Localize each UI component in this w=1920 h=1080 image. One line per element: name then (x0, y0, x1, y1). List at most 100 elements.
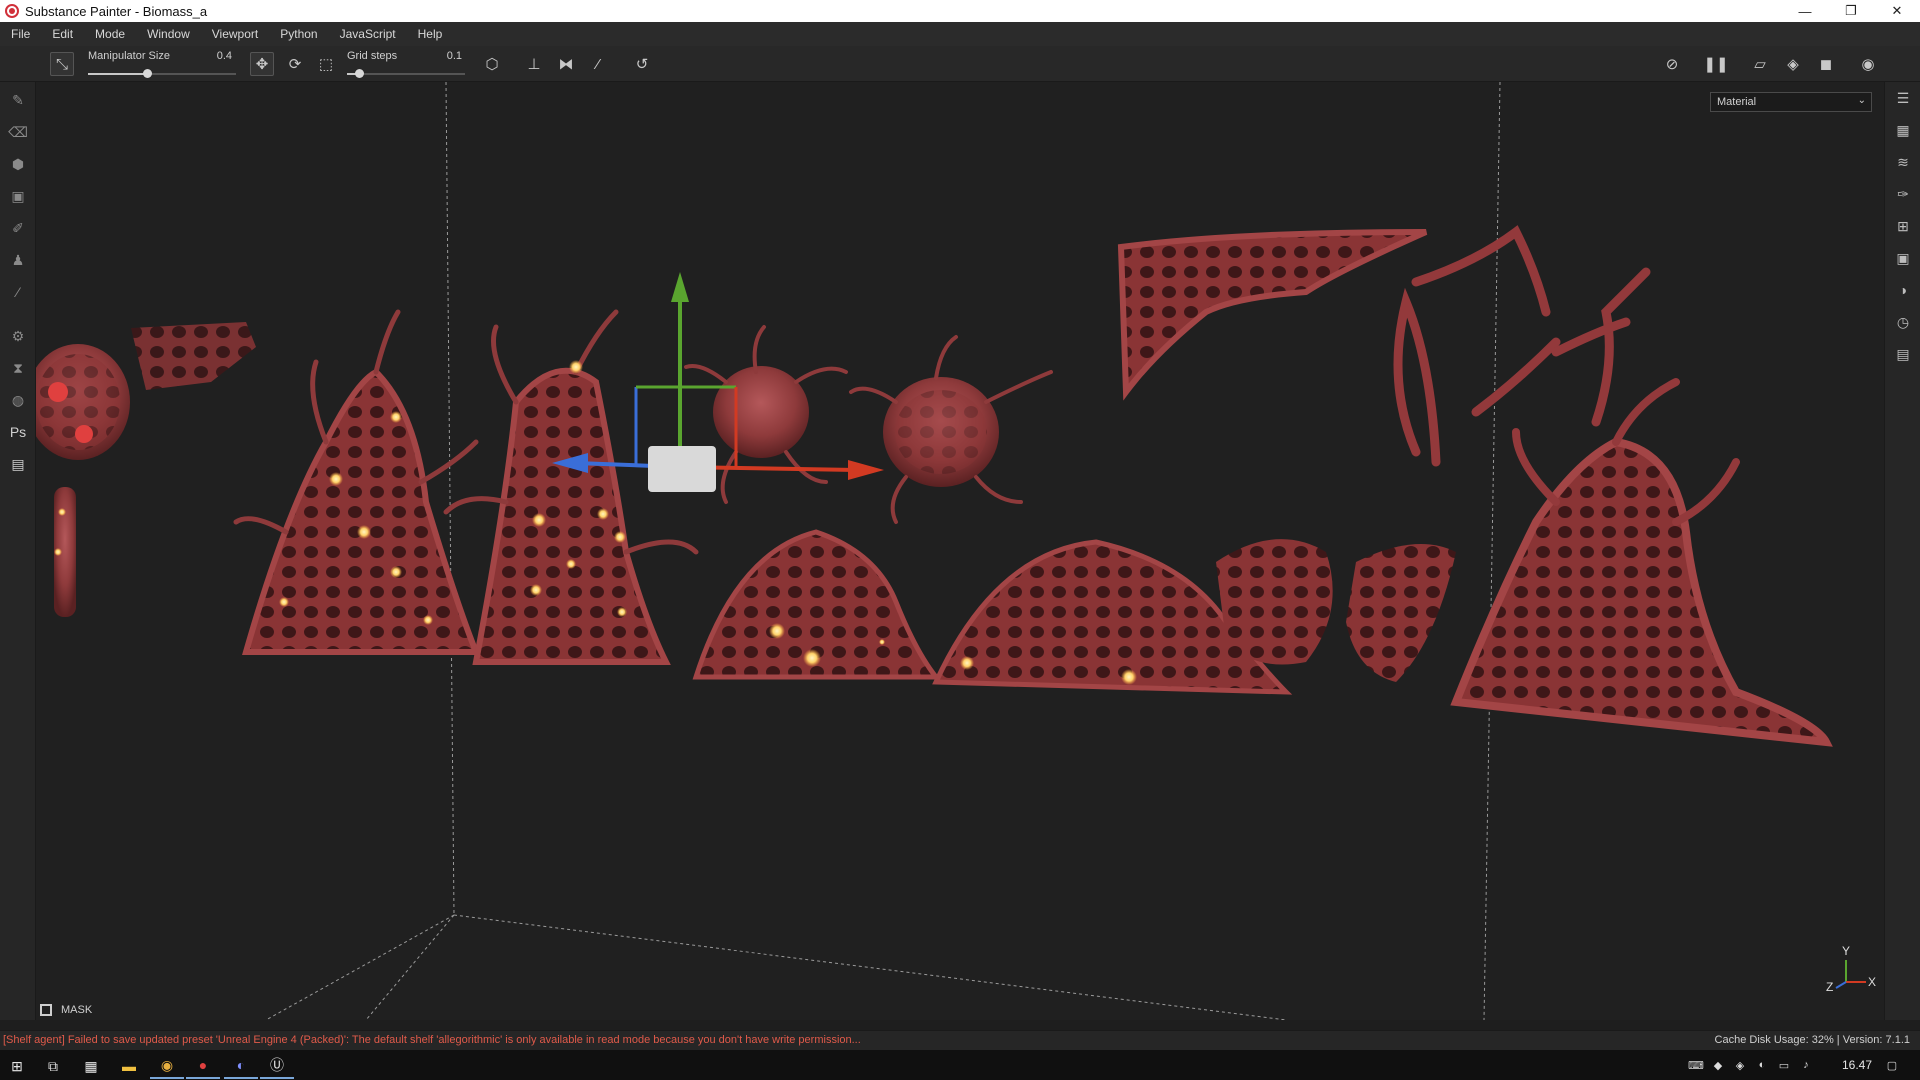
biomass-tree-1 (233, 309, 481, 655)
properties-icon[interactable]: ✑ (1893, 184, 1913, 204)
screenshot-icon[interactable]: ◉ (1856, 52, 1880, 76)
axis-x-label: X (1868, 975, 1877, 989)
title-bar: Substance Painter - Biomass_a — ❐ ✕ (0, 0, 1920, 22)
tray-app-icon[interactable]: ◆ (1710, 1057, 1726, 1073)
cube-view-icon[interactable]: ◈ (1781, 52, 1805, 76)
hide-icon[interactable]: ⊘ (1660, 52, 1684, 76)
pause-icon[interactable]: ❚❚ (1703, 52, 1728, 76)
mask-checkbox[interactable] (40, 1004, 52, 1016)
restore-button[interactable]: ❐ (1828, 0, 1874, 22)
environment-icon[interactable]: ◑ (1893, 280, 1913, 300)
rotate-icon[interactable]: ⟳ (283, 52, 307, 76)
tray-keyboard-icon[interactable]: ⌨ (1688, 1057, 1704, 1073)
camera-icon[interactable]: ◼ (1814, 52, 1838, 76)
menu-javascript[interactable]: JavaScript (329, 27, 407, 41)
task-view-icon[interactable]: ⧉ (36, 1053, 70, 1079)
3d-viewport[interactable]: Material ⌄ MASK Y X Z (36, 82, 1884, 1020)
close-button[interactable]: ✕ (1874, 0, 1920, 22)
minimize-button[interactable]: — (1782, 0, 1828, 22)
layers-panel-icon[interactable]: ☰ (1893, 88, 1913, 108)
grid-steps-slider[interactable] (347, 69, 465, 78)
channel-dropdown-value: Material (1717, 96, 1757, 108)
biomass-ball-left (36, 344, 130, 617)
status-message[interactable]: [Shelf agent] Failed to save updated pre… (3, 1034, 861, 1046)
menu-python[interactable]: Python (269, 27, 328, 41)
taskbar: ⊞ ⧉ ▦ ▬ ◉ ● ◐ Ⓤ ⌨ ◆ ◈ ◐ ▭ ♪ 16.47 ▢ (0, 1050, 1920, 1080)
biomass-twigs (1393, 225, 1651, 467)
clock[interactable]: 16.47 (1842, 1058, 1872, 1072)
biomass-spiky-ball-2 (849, 335, 1053, 524)
left-tool-strip: ✎ ⌫ ⬢ ▣ ✐ ♟ ⁄ ⚙ ⧗ ◍ Ps ▤ (0, 82, 36, 1020)
status-bar: [Shelf agent] Failed to save updated pre… (0, 1030, 1920, 1050)
toolbar: ⤡ Manipulator Size 0.4 ✥ ⟳ ⬚ Grid steps … (0, 46, 1920, 82)
clone-icon[interactable]: ♟ (8, 250, 28, 270)
transform-icon[interactable]: ⤡ (50, 52, 74, 76)
substance-logo-icon (5, 4, 19, 18)
move-icon[interactable]: ✥ (250, 52, 274, 76)
discord-icon[interactable]: ◐ (224, 1053, 258, 1079)
window-title: Substance Painter - Biomass_a (25, 3, 208, 19)
axis-z-label: Z (1826, 980, 1834, 994)
right-tool-strip: ☰ ▦ ≋ ✑ ⊞ ▣ ◑ ◷ ▤ (1884, 82, 1920, 1020)
biomass-mound-1 (692, 529, 942, 680)
plugin-icon[interactable]: ▤ (8, 454, 28, 474)
mirror-icon[interactable]: ⧓ (554, 52, 578, 76)
picker-icon[interactable]: ⁄ (8, 282, 28, 302)
substance-icon[interactable]: ● (186, 1053, 220, 1079)
biomass-net-medium-1 (1216, 539, 1333, 665)
history-icon[interactable]: ◷ (1893, 312, 1913, 332)
menu-edit[interactable]: Edit (41, 27, 84, 41)
menu-mode[interactable]: Mode (84, 27, 136, 41)
log-icon[interactable]: ▤ (1893, 344, 1913, 364)
channel-dropdown[interactable]: Material ⌄ (1710, 92, 1872, 112)
menu-window[interactable]: Window (136, 27, 201, 41)
biomass-net-large (1117, 229, 1428, 401)
export-icon[interactable]: ⧗ (8, 358, 28, 378)
mask-toggle[interactable]: MASK (40, 1004, 92, 1016)
notifications-icon[interactable]: ▢ (1884, 1057, 1900, 1073)
display-settings-icon[interactable]: ▣ (1893, 248, 1913, 268)
manipulator-size-label: Manipulator Size (88, 50, 170, 62)
cube-icon[interactable]: ⬡ (480, 52, 504, 76)
grid-steps-value: 0.1 (446, 50, 462, 62)
biomass-net-small (131, 322, 256, 390)
axis-y-label: Y (1842, 944, 1851, 958)
viewport-scene (36, 82, 1833, 1020)
grid-panel-icon[interactable]: ⊞ (1893, 216, 1913, 236)
biomass-net-medium-2 (1346, 544, 1456, 682)
polygon-fill-icon[interactable]: ▣ (8, 186, 28, 206)
manipulator-size-slider[interactable] (88, 69, 236, 78)
menu-bar: File Edit Mode Window Viewport Python Ja… (0, 22, 1920, 46)
chevron-down-icon: ⌄ (1857, 95, 1866, 106)
bake-icon[interactable]: ⚙ (8, 326, 28, 346)
tray-shield-icon[interactable]: ◈ (1732, 1057, 1748, 1073)
mask-label: MASK (61, 1004, 93, 1016)
tray-volume-icon[interactable]: ♪ (1798, 1057, 1814, 1073)
menu-viewport[interactable]: Viewport (201, 27, 269, 41)
photoshop-icon[interactable]: Ps (8, 422, 28, 442)
texture-set-icon[interactable]: ▦ (1893, 120, 1913, 140)
manipulator-size-value: 0.4 (216, 50, 232, 62)
menu-help[interactable]: Help (407, 27, 454, 41)
menu-file[interactable]: File (0, 27, 41, 41)
tray-discord-icon[interactable]: ◐ (1754, 1057, 1770, 1073)
explorer-icon[interactable]: ▬ (112, 1053, 146, 1079)
smudge-icon[interactable]: ✐ (8, 218, 28, 238)
frame-icon[interactable]: ▱ (1748, 52, 1772, 76)
start-icon[interactable]: ⊞ (0, 1053, 34, 1079)
iray-icon[interactable]: ◍ (8, 390, 28, 410)
calculator-icon[interactable]: ▦ (74, 1053, 108, 1079)
chrome-icon[interactable]: ◉ (150, 1053, 184, 1079)
unreal-icon[interactable]: Ⓤ (260, 1053, 294, 1079)
snap-icon[interactable]: ⊥ (522, 52, 546, 76)
stack-icon[interactable]: ≋ (1893, 152, 1913, 172)
brush-icon[interactable]: ✎ (8, 90, 28, 110)
axis-orientation-gizmo: Y X Z (1826, 944, 1877, 998)
slash-icon[interactable]: ⁄ (586, 52, 610, 76)
grid-steps-label: Grid steps (347, 50, 398, 62)
projection-icon[interactable]: ⬢ (8, 154, 28, 174)
reset-icon[interactable]: ↺ (630, 52, 654, 76)
eraser-icon[interactable]: ⌫ (8, 122, 28, 142)
tray-network-icon[interactable]: ▭ (1776, 1057, 1792, 1073)
scale-icon[interactable]: ⬚ (314, 52, 338, 76)
